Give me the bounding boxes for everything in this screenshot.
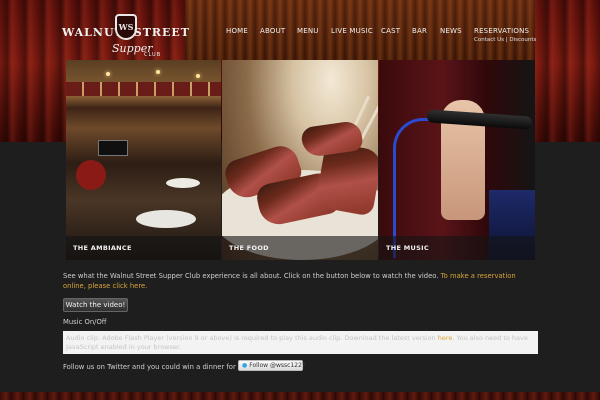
watch-video-button[interactable]: Watch the video! — [63, 298, 128, 312]
flash-notice-text: Audio clip: Adobe Flash Player (version … — [66, 334, 438, 342]
logo-club-text: CLUB — [144, 52, 162, 58]
intro-paragraph: See what the Walnut Street Supper Club e… — [63, 272, 538, 291]
footer-curtain-strip — [0, 392, 600, 400]
balcony-railing — [66, 82, 221, 96]
feature-panels: THE AMBIANCE THE FOOD THE MUSIC — [66, 60, 535, 260]
nav-live-music[interactable]: LIVE MUSIC — [331, 27, 373, 35]
nav-reservations-sublinks[interactable]: Contact Us | Discounts — [474, 37, 536, 43]
ceiling-light — [156, 70, 160, 74]
nav-menu[interactable]: MENU — [297, 27, 319, 35]
dining-table — [166, 178, 200, 188]
main-navigation: HOME ABOUT MENU LIVE MUSIC CAST BAR NEWS… — [0, 27, 600, 47]
ceiling-light — [106, 72, 110, 76]
nav-about[interactable]: ABOUT — [260, 27, 285, 35]
flash-download-link[interactable]: here — [438, 334, 453, 342]
poinsettia-plant — [76, 160, 106, 190]
music-photo — [379, 60, 535, 260]
ambiance-photo — [66, 60, 221, 260]
nav-cast[interactable]: CAST — [381, 27, 400, 35]
dining-table — [136, 210, 196, 228]
panel-caption-ambiance: THE AMBIANCE — [73, 244, 132, 252]
nav-news[interactable]: NEWS — [440, 27, 462, 35]
nav-reservations[interactable]: RESERVATIONS — [474, 27, 529, 35]
flash-audio-notice: Audio clip: Adobe Flash Player (version … — [63, 331, 538, 354]
intro-text: See what the Walnut Street Supper Club e… — [63, 272, 441, 280]
panel-caption-food: THE FOOD — [229, 244, 269, 252]
twitter-promo-text: Follow us on Twitter and you could win a… — [63, 363, 254, 371]
twitter-follow-button[interactable]: ● Follow @wssc1227 — [238, 360, 306, 371]
ceiling-light — [196, 74, 200, 78]
twitter-bird-icon: ● — [242, 362, 248, 369]
nav-home[interactable]: HOME — [226, 27, 248, 35]
panel-caption-music: THE MUSIC — [386, 244, 429, 252]
nav-bar[interactable]: BAR — [412, 27, 427, 35]
music-toggle-link[interactable]: Music On/Off — [63, 318, 106, 326]
panel-food[interactable]: THE FOOD — [222, 60, 378, 260]
television — [98, 140, 128, 156]
panel-ambiance[interactable]: THE AMBIANCE — [66, 60, 221, 260]
food-photo — [222, 60, 378, 260]
panel-music[interactable]: THE MUSIC — [379, 60, 535, 260]
follow-button-label: Follow @wssc1227 — [249, 362, 306, 369]
